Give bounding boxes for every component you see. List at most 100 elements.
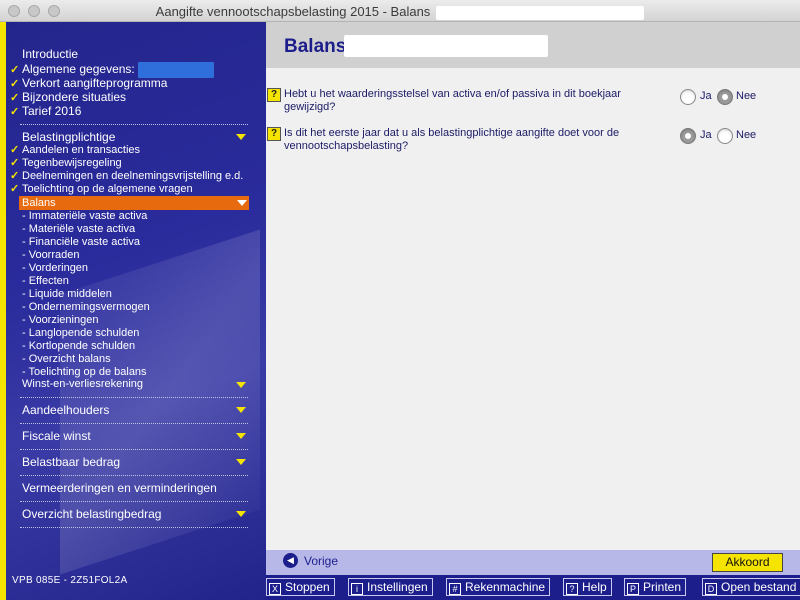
chevron-down-icon: [236, 407, 246, 413]
sidebar-item-tarief[interactable]: ✓ Tarief 2016: [10, 105, 81, 119]
sidebar-divider: [20, 475, 248, 476]
help-icon[interactable]: ?: [267, 127, 281, 141]
close-icon: X: [269, 583, 281, 595]
balans-subitem[interactable]: - Effecten: [22, 275, 69, 288]
sidebar-item-label: Verkort aangifteprogramma: [22, 76, 168, 90]
help-button[interactable]: ? Help: [563, 578, 612, 596]
back-button[interactable]: ◀ Vorige: [283, 553, 338, 571]
check-icon: ✓: [10, 64, 20, 77]
section-belastbaar-bedrag[interactable]: Belastbaar bedrag: [22, 455, 248, 469]
printen-button[interactable]: P Printen: [624, 578, 687, 596]
sidebar-item-deelnemingen[interactable]: ✓ Deelnemingen en deelnemingsvrijstelling…: [10, 170, 243, 183]
q1-ja-radio[interactable]: [680, 89, 696, 105]
question-line: Hebt u het waarderingsstelsel van activa…: [284, 88, 621, 100]
sidebar-item-label: Deelnemingen en deelnemingsvrijstelling …: [22, 170, 244, 182]
chevron-down-icon: [236, 459, 246, 465]
section-label: Overzicht belastingbedrag: [22, 507, 162, 521]
button-label: Instellingen: [367, 580, 428, 594]
bottom-toolbar: X Stoppen i Instellingen # Rekenmachine ? He…: [266, 575, 800, 600]
section-belastingplichtige[interactable]: Belastingplichtige: [22, 130, 248, 144]
section-fiscale-winst[interactable]: Fiscale winst: [22, 429, 248, 443]
calculator-icon: #: [449, 583, 461, 595]
instellingen-button[interactable]: i Instellingen: [348, 578, 433, 596]
akkoord-button[interactable]: Akkoord: [712, 553, 783, 572]
balans-subitem[interactable]: - Langlopende schulden: [22, 327, 139, 340]
check-icon: ✓: [10, 144, 20, 156]
radio-label: Ja: [700, 90, 712, 102]
question-text: Hebt u het waarderingsstelsel van activa…: [284, 88, 664, 114]
window-title-wrap: Aangifte vennootschapsbelasting 2015 - B…: [0, 4, 800, 20]
q2-nee-radio[interactable]: [717, 128, 733, 144]
button-label: Stoppen: [285, 580, 330, 594]
question-line: gewijzigd?: [284, 101, 336, 113]
form-code: VPB 085E - 2Z51FOL2A: [12, 575, 128, 586]
title-redacted-field: [436, 5, 645, 20]
stoppen-button[interactable]: X Stoppen: [266, 578, 335, 596]
back-arrow-icon: ◀: [283, 553, 298, 569]
balans-subitem[interactable]: - Materiële vaste activa: [22, 223, 135, 236]
section-label: Belastingplichtige: [22, 130, 116, 144]
open-bestand-button[interactable]: D Open bestand: [702, 578, 800, 596]
sidebar-item-label: Toelichting op de algemene vragen: [22, 183, 193, 195]
button-label: Help: [582, 580, 607, 594]
check-icon: ✓: [10, 170, 20, 182]
balans-subitem[interactable]: - Financiële vaste activa: [22, 236, 140, 249]
section-label: Winst-en-verliesrekening: [22, 378, 144, 390]
check-icon: ✓: [10, 106, 20, 118]
balans-subitem[interactable]: - Voorraden: [22, 249, 79, 262]
section-overzicht-belastingbedrag[interactable]: Overzicht belastingbedrag: [22, 507, 248, 521]
sidebar-item-label: Introductie: [22, 47, 79, 61]
question-line: vennootschapsbelasting?: [284, 140, 409, 152]
sidebar-item-balans-active[interactable]: Balans: [19, 196, 249, 210]
sidebar-watermark: [60, 229, 260, 575]
printer-icon: P: [627, 583, 639, 595]
section-label: Belastbaar bedrag: [22, 455, 121, 469]
balans-subitem[interactable]: - Overzicht balans: [22, 353, 111, 366]
balans-subitem[interactable]: - Liquide middelen: [22, 288, 112, 301]
sidebar-item-introductie[interactable]: Introductie: [10, 48, 78, 61]
chevron-down-icon: [237, 200, 247, 206]
section-aandeelhouders[interactable]: Aandeelhouders: [22, 403, 248, 417]
help-icon: ?: [566, 583, 578, 595]
balans-subitem[interactable]: - Ondernemingsvermogen: [22, 301, 150, 314]
help-icon[interactable]: ?: [267, 88, 281, 102]
balans-subitem[interactable]: - Immateriële vaste activa: [22, 210, 147, 223]
section-label: Fiscale winst: [22, 429, 91, 443]
balans-subitem[interactable]: - Vorderingen: [22, 262, 88, 275]
sidebar-item-toelichting-algemeen[interactable]: ✓ Toelichting op de algemene vragen: [10, 183, 193, 196]
q1-nee-radio[interactable]: [717, 89, 733, 105]
chevron-down-icon: [236, 382, 246, 388]
navigation-bar: ◀ Vorige Akkoord: [266, 550, 800, 575]
sidebar-divider: [20, 449, 248, 450]
balans-subitem[interactable]: - Voorzieningen: [22, 314, 98, 327]
sidebar-item-label: Aandelen en transacties: [22, 144, 141, 156]
check-icon: ✓: [10, 92, 20, 104]
sidebar-item-bijzondere[interactable]: ✓ Bijzondere situaties: [10, 91, 126, 105]
sidebar-item-verkort[interactable]: ✓ Verkort aangifteprogramma: [10, 77, 167, 91]
question-text: Is dit het eerste jaar dat u als belasti…: [284, 127, 664, 153]
chevron-down-icon: [236, 511, 246, 517]
page-title: Balans: [284, 36, 347, 57]
question-line: Is dit het eerste jaar dat u als belasti…: [284, 127, 620, 139]
chevron-down-icon: [236, 433, 246, 439]
sidebar-divider: [20, 527, 248, 528]
rekenmachine-button[interactable]: # Rekenmachine: [446, 578, 551, 596]
q2-ja-radio[interactable]: [680, 128, 696, 144]
radio-label: Nee: [736, 90, 757, 102]
info-icon: i: [351, 583, 363, 595]
chevron-down-icon: [236, 134, 246, 140]
sidebar-divider: [20, 124, 248, 125]
page-title-redacted-field: [344, 35, 548, 57]
folder-icon: D: [705, 583, 717, 595]
sidebar-divider: [20, 501, 248, 502]
balans-subitem[interactable]: - Kortlopende schulden: [22, 340, 135, 353]
sidebar-item-aandelen[interactable]: ✓ Aandelen en transacties: [10, 144, 140, 157]
sidebar-item-label: Tarief 2016: [22, 104, 82, 118]
check-icon: ✓: [10, 183, 20, 195]
radio-label: Ja: [700, 129, 712, 141]
section-winst-en-verlies[interactable]: Winst-en-verliesrekening: [22, 378, 248, 390]
sidebar-item-tegenbewijs[interactable]: ✓ Tegenbewijsregeling: [10, 157, 122, 170]
sidebar-item-label: Balans: [22, 197, 56, 209]
section-vermeerderingen[interactable]: Vermeerderingen en verminderingen: [22, 481, 248, 495]
window-titlebar: Aangifte vennootschapsbelasting 2015 - B…: [0, 0, 800, 22]
